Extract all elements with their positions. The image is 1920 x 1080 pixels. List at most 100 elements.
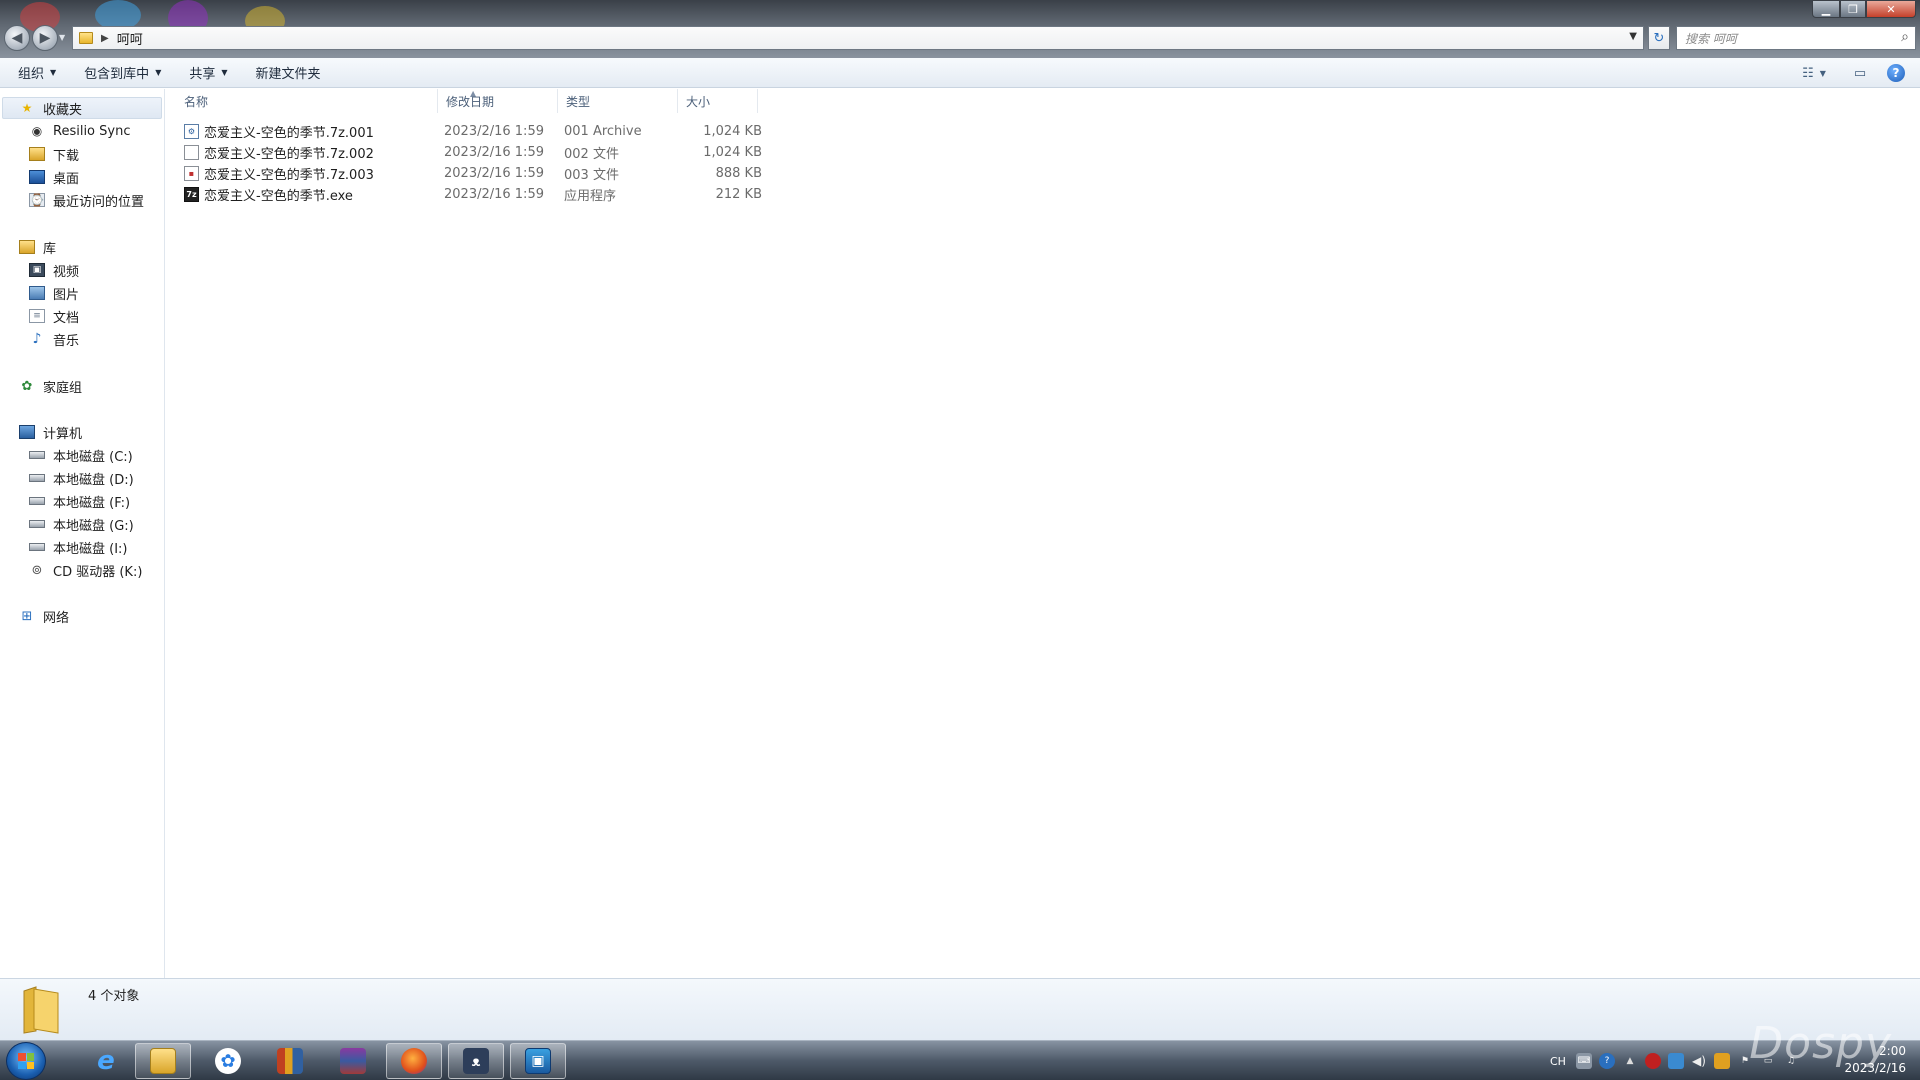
address-bar[interactable]: ▶ 呵呵 ▼ [72,26,1644,50]
homegroup-icon: ✿ [21,378,33,394]
chevron-down-icon: ▼ [50,68,57,77]
app-tray-icon[interactable] [1713,1053,1730,1069]
new-folder-button[interactable]: 新建文件夹 [246,61,331,85]
organize-button[interactable]: 组织 ▼ [8,61,66,85]
sidebar-item-label: 家庭组 [43,380,83,396]
sidebar-item-label: 本地磁盘 (G:) [53,518,134,534]
sidebar-libraries[interactable]: 库 [19,236,56,258]
taskbar-winrar[interactable] [325,1043,381,1079]
taskbar-ie[interactable]: e [78,1043,134,1079]
file-name-cell[interactable]: 恋爱主义-空色的季节.7z.002 [184,142,438,163]
sidebar-item-downloads[interactable]: 下载 [29,143,79,165]
file-size-cell: 212 KB [715,187,762,202]
sidebar-item-drive-i[interactable]: 本地磁盘 (I:) [29,536,128,558]
organize-label: 组织 [18,67,45,82]
star-icon: ★ [21,101,33,115]
resilio-sync-icon: ◉ [31,124,43,138]
sidebar-item-drive-d[interactable]: 本地磁盘 (D:) [29,467,134,489]
file-name-cell[interactable]: ⚙ 恋爱主义-空色的季节.7z.001 [184,121,438,142]
security-tray-icon[interactable] [1644,1053,1661,1069]
column-header-type[interactable]: 类型 [558,89,678,113]
file-date-cell: 2023/2/16 1:59 [444,187,544,202]
show-hidden-icons[interactable]: ▲ [1622,1053,1638,1069]
include-in-library-button[interactable]: 包含到库中 ▼ [74,61,171,85]
minimize-icon: ▁ [1821,2,1831,16]
language-indicator[interactable]: CH [1550,1055,1566,1068]
sidebar-item-resilio-sync[interactable]: ◉ Resilio Sync [29,120,131,142]
share-button[interactable]: 共享 ▼ [179,61,237,85]
toolbar-right: ☷ ▼ ▭ ? [1802,58,1920,88]
sidebar-item-label: Resilio Sync [53,123,131,139]
sidebar-homegroup[interactable]: ✿ 家庭组 [19,375,82,397]
sidebar-item-label: 音乐 [53,333,80,349]
arrow-right-icon: ▶ [39,30,51,46]
sidebar-item-desktop[interactable]: 桌面 [29,166,79,188]
search-input[interactable]: 搜索 呵呵 ⌕ [1676,26,1916,50]
sidebar-item-recent-places[interactable]: ⌚ 最近访问的位置 [29,189,144,211]
blank-file-icon [184,145,199,160]
sidebar-favorites[interactable]: ★ 收藏夹 [2,97,162,119]
recent-pages-dropdown[interactable]: ▼ [59,33,65,42]
computer-icon [19,425,35,439]
file-name-cell[interactable]: 7z 恋爱主义-空色的季节.exe [184,184,438,205]
view-options-button[interactable]: ☷ ▼ [1802,62,1826,84]
taskbar-control-app[interactable]: ▣ [510,1043,566,1079]
sidebar-item-music[interactable]: ♪ 音乐 [29,328,79,350]
sidebar-item-label: 桌面 [53,171,80,187]
maximize-button[interactable]: ❐ [1840,0,1866,18]
sidebar-item-cd-drive-k[interactable]: ⊚ CD 驱动器 (K:) [29,559,143,581]
monitor-app-icon: ▣ [525,1048,551,1074]
search-icon[interactable]: ⌕ [1901,29,1909,45]
sidebar-item-drive-f[interactable]: 本地磁盘 (F:) [29,490,130,512]
column-header-date[interactable]: 修改日期 [438,89,558,113]
taskbar-baidu-netdisk[interactable]: ✿ [200,1043,256,1079]
sidebar-item-label: 最近访问的位置 [53,194,145,210]
internet-explorer-icon: e [97,1046,115,1076]
taskbar-books[interactable] [262,1043,318,1079]
column-label: 类型 [566,94,591,109]
sidebar-computer[interactable]: 计算机 [19,421,82,443]
help-icon: ? [1887,64,1905,82]
preview-pane-button[interactable]: ▭ [1848,62,1872,84]
sidebar-item-pictures[interactable]: 图片 [29,282,79,304]
cat-app-icon: ᴥ [463,1048,489,1074]
breadcrumb-current[interactable]: 呵呵 [117,29,143,48]
keyboard-icon[interactable]: ⌨ [1575,1053,1592,1069]
sidebar-item-videos[interactable]: ▣ 视频 [29,259,79,281]
sidebar-item-label: 本地磁盘 (F:) [53,495,131,511]
taskbar-explorer[interactable] [135,1043,191,1079]
watermark-logo: Dospy [1749,1018,1892,1069]
sidebar-item-drive-c[interactable]: 本地磁盘 (C:) [29,444,133,466]
taskbar-cat-app[interactable]: ᴥ [448,1043,504,1079]
command-toolbar: 组织 ▼ 包含到库中 ▼ 共享 ▼ 新建文件夹 ☷ ▼ ▭ ? [0,58,1920,88]
hard-drive-icon [29,451,45,459]
back-button[interactable]: ◀ [4,25,30,51]
sidebar-item-label: 视频 [53,264,80,280]
file-date-cell: 2023/2/16 1:59 [444,145,544,160]
close-icon: ✕ [1886,2,1896,16]
sidebar-item-documents[interactable]: ≡ 文档 [29,305,79,327]
refresh-button[interactable]: ↻ [1648,26,1670,50]
sidebar-network[interactable]: ⊞ 网络 [19,605,69,627]
sidebar-item-drive-g[interactable]: 本地磁盘 (G:) [29,513,134,535]
volume-icon[interactable]: ◀) [1691,1053,1707,1069]
column-header-size[interactable]: 大小 [678,89,758,113]
network-icon: ⊞ [21,608,33,624]
column-header-name[interactable]: 名称 [166,89,438,113]
file-name-cell[interactable]: ▪ 恋爱主义-空色的季节.7z.003 [184,163,438,184]
sidebar-item-label: 计算机 [43,426,83,442]
close-button[interactable]: ✕ [1866,0,1916,18]
column-header-row: ▲ 名称 修改日期 类型 大小 [166,89,1920,113]
start-button[interactable] [6,1042,46,1080]
network-tray-icon[interactable] [1667,1053,1684,1069]
taskbar-firefox[interactable] [386,1043,442,1079]
breadcrumb-chevron-icon[interactable]: ▶ [101,33,109,44]
forward-button[interactable]: ▶ [32,25,58,51]
address-dropdown-icon[interactable]: ▼ [1629,31,1637,42]
help-tray-icon[interactable]: ? [1598,1053,1615,1069]
hard-drive-icon [29,520,45,528]
help-button[interactable]: ? [1884,62,1908,84]
chevron-down-icon: ▼ [155,68,162,77]
minimize-button[interactable]: ▁ [1812,0,1840,18]
7z-exe-icon: 7z [184,187,199,202]
